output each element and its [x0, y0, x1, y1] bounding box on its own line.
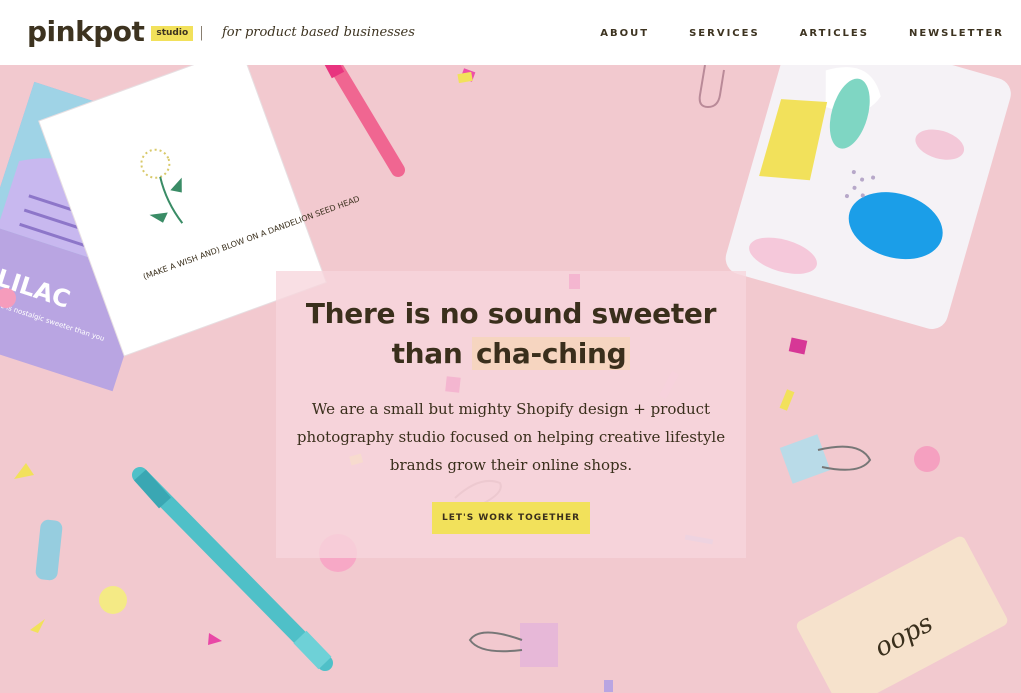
headline-highlight: cha-ching — [471, 337, 631, 370]
tagline: for product based businesses — [222, 25, 415, 40]
nav-newsletter[interactable]: NEWSLETTER — [909, 28, 1004, 39]
binder-clip-bottom — [468, 623, 558, 667]
painted-notebook — [725, 65, 1011, 330]
hero-headline: There is no sound sweeter than cha-ching — [276, 294, 746, 374]
pen-cap — [35, 519, 63, 581]
headline-line-1: There is no sound sweeter — [305, 297, 717, 330]
pink-pen — [324, 65, 405, 177]
logo-text[interactable]: pinkpot — [27, 14, 145, 50]
nav-articles[interactable]: ARTICLES — [800, 28, 869, 39]
binder-clip-right — [779, 434, 872, 484]
pom-pom-yellow — [99, 586, 127, 614]
hero-section: LILAC Lilac is nostalgic sweeter than yo… — [0, 65, 1021, 693]
pom-pom-pink-small — [914, 446, 940, 472]
headline-line-2-pre: than — [391, 337, 463, 370]
site-header: pinkpot studio | for product based busin… — [0, 0, 1021, 65]
eraser: oops — [796, 536, 1008, 693]
nav-services[interactable]: SERVICES — [689, 28, 760, 39]
main-nav: ABOUT SERVICES ARTICLES NEWSLETTER — [600, 28, 1004, 39]
paper-clip-top — [698, 65, 725, 109]
logo[interactable]: pinkpot studio — [27, 14, 194, 50]
header-divider: | — [200, 24, 204, 41]
cta-work-together-button[interactable]: LET'S WORK TOGETHER — [432, 502, 590, 534]
nav-about[interactable]: ABOUT — [600, 28, 649, 39]
logo-badge: studio — [151, 26, 194, 41]
hero-subtext: We are a small but mighty Shopify design… — [296, 400, 726, 474]
